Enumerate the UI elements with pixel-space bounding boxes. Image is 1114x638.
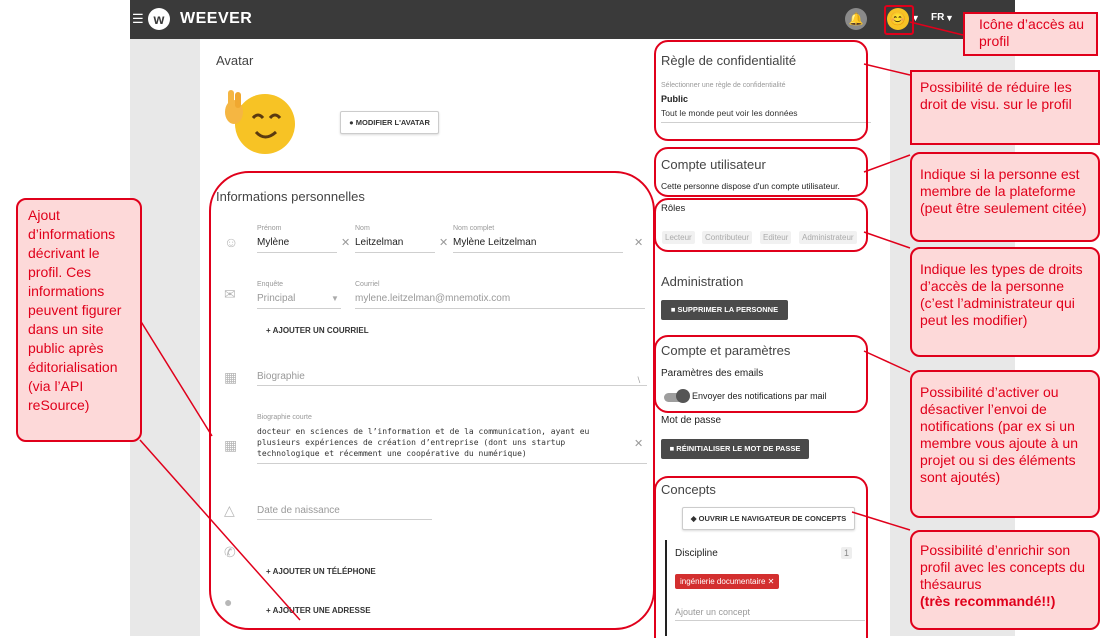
callout-notifications: Possibilité d’activer ou désactiver l’en… bbox=[910, 370, 1100, 518]
callout-left-info: Ajout d’informations décrivant le profil… bbox=[16, 198, 142, 442]
callout-concepts-text: Possibilité d’enrichir son profil avec l… bbox=[920, 542, 1085, 592]
callout-privacy: Possibilité de réduire les droit de visu… bbox=[910, 70, 1100, 145]
annotation-highlight-roles bbox=[654, 198, 868, 252]
annotation-highlight-concepts bbox=[654, 476, 868, 638]
annotation-highlight-privacy bbox=[654, 40, 868, 141]
callout-concepts-emphasis: (très recommandé!!) bbox=[920, 593, 1056, 609]
annotation-highlight-personal-info bbox=[209, 171, 655, 630]
annotation-highlight-profile bbox=[884, 5, 914, 35]
callout-concepts: Possibilité d’enrichir son profil avec l… bbox=[910, 530, 1100, 630]
annotation-highlight-account bbox=[654, 147, 868, 197]
callout-profile-access: Icône d’accès au profil bbox=[963, 12, 1098, 56]
callout-roles: Indique les types de droits d’accès de l… bbox=[910, 247, 1100, 357]
callout-member: Indique si la personne est membre de la … bbox=[910, 152, 1100, 242]
annotation-highlight-settings bbox=[654, 335, 868, 413]
